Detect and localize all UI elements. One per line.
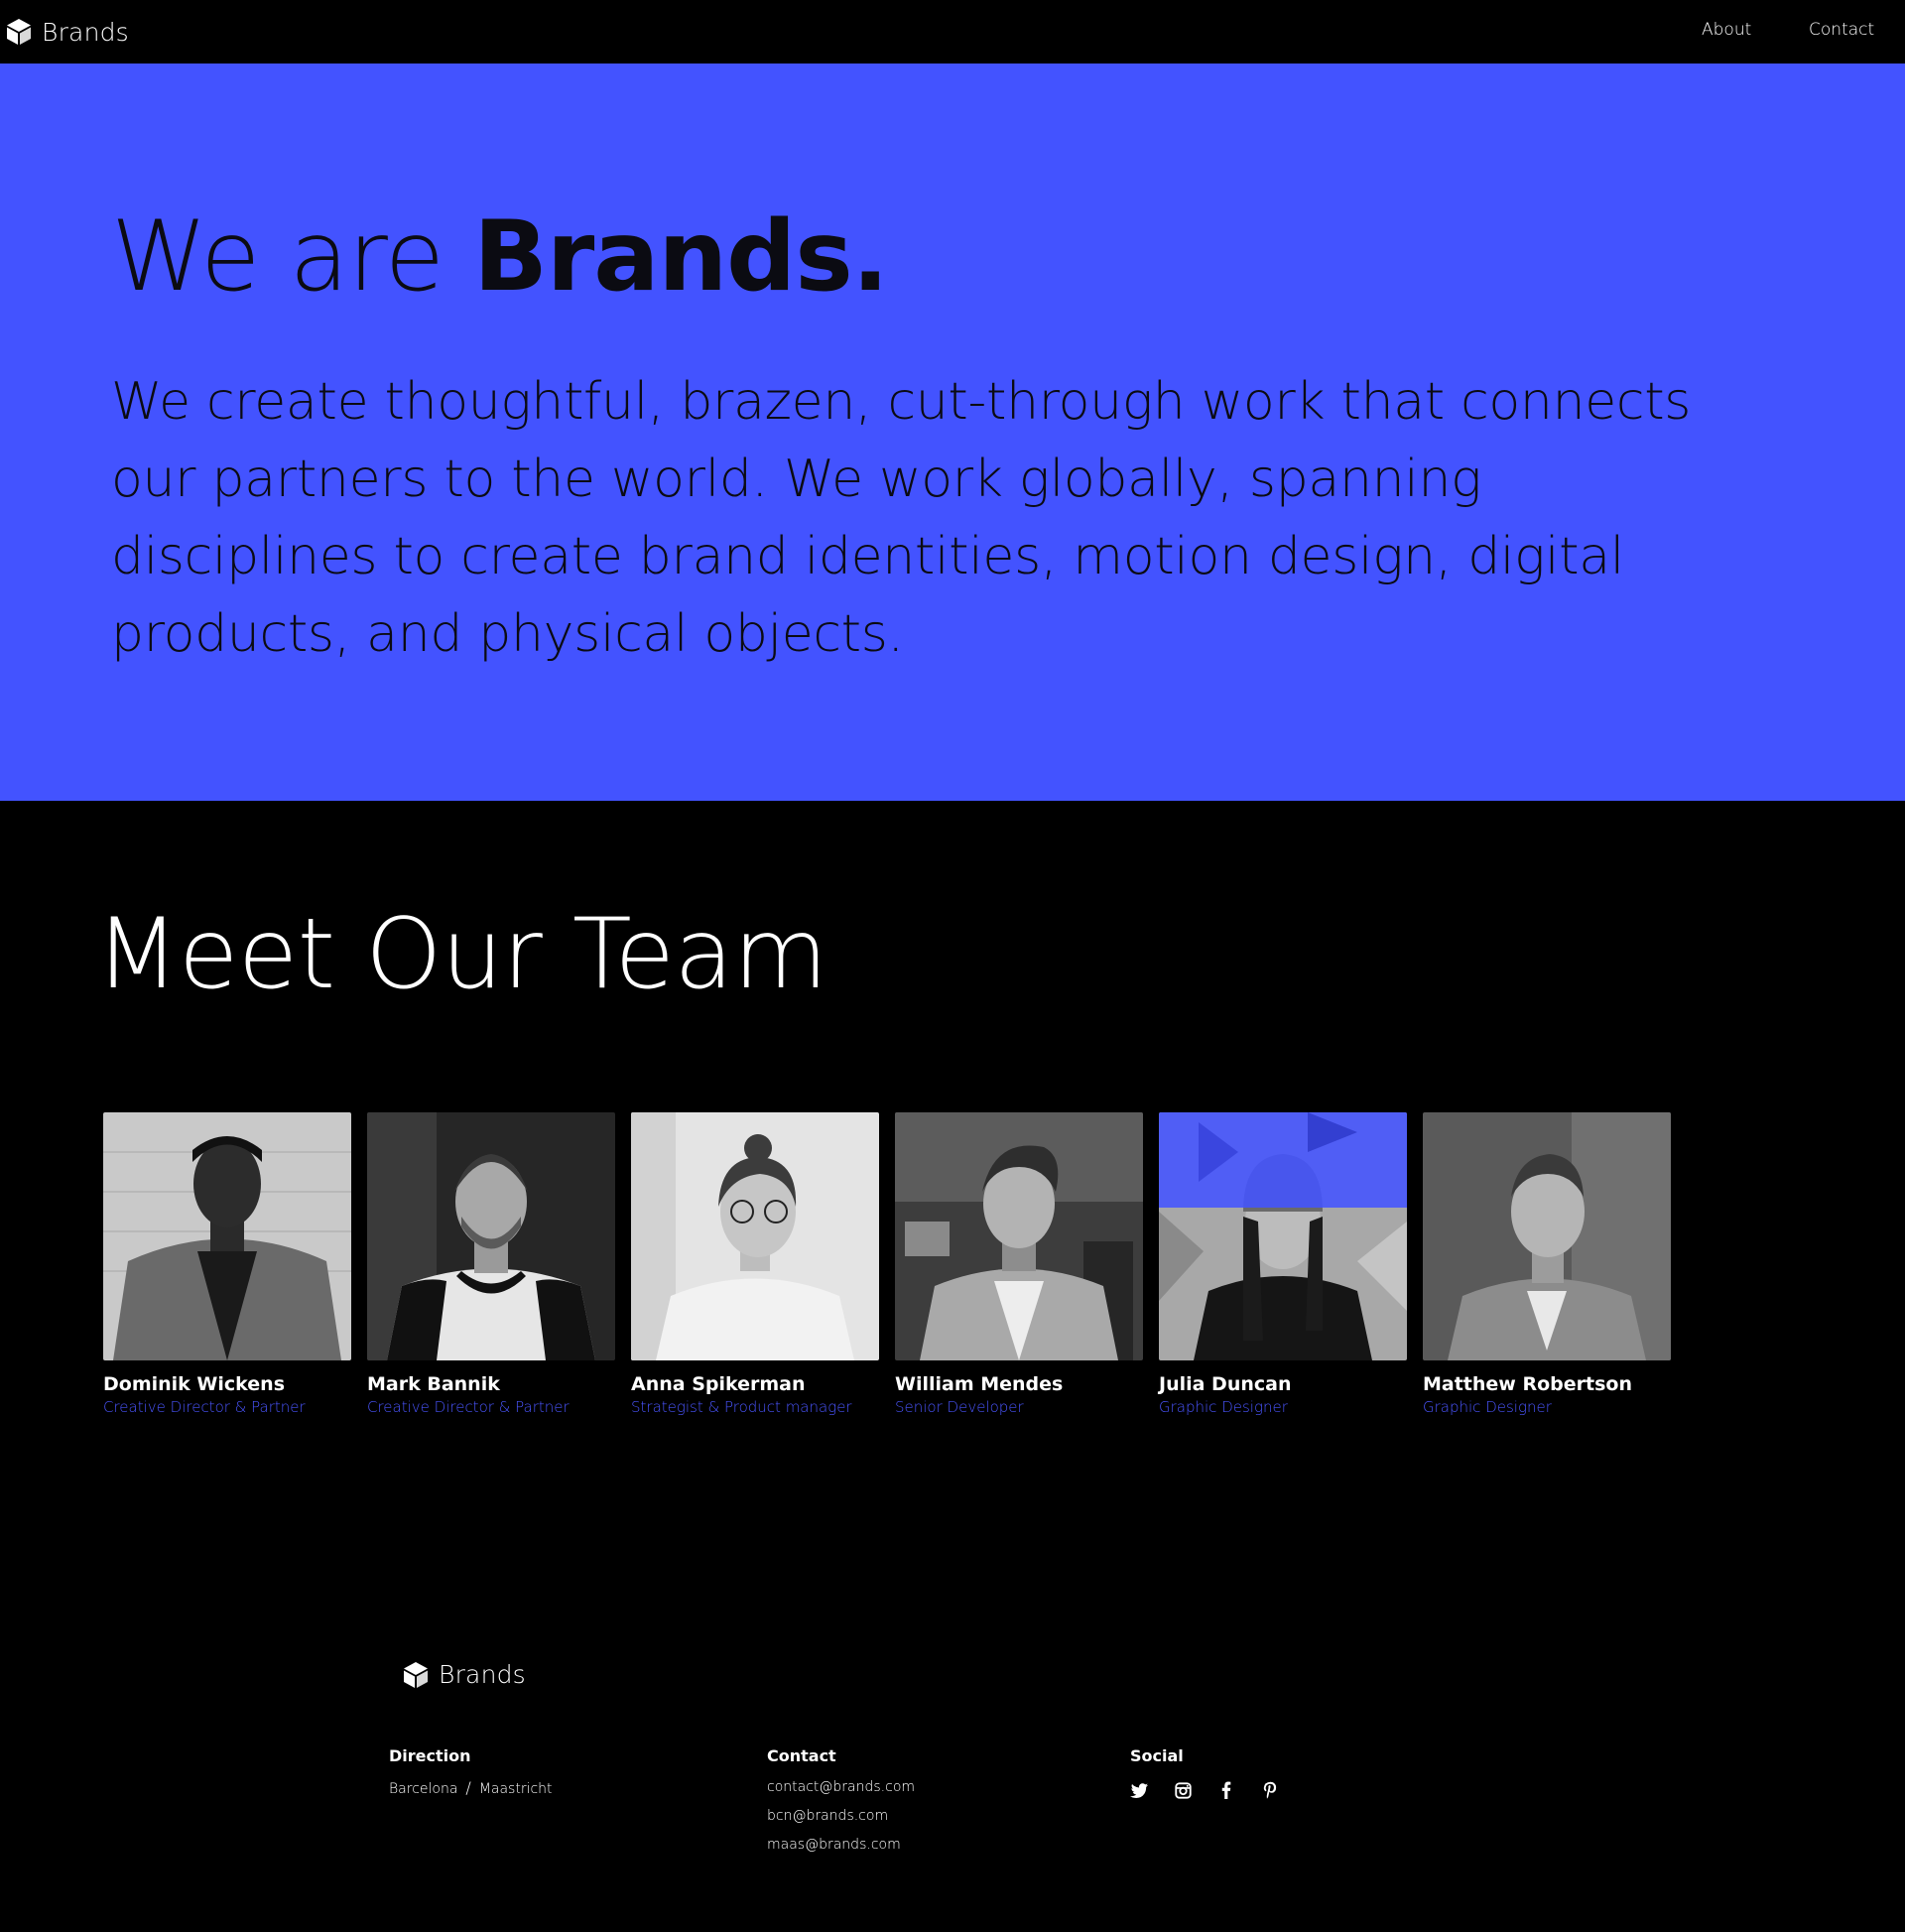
brand-name: Brands bbox=[42, 17, 129, 47]
city-separator: / bbox=[465, 1778, 471, 1797]
footer-brand-link[interactable]: Brands bbox=[403, 1660, 526, 1689]
team-member-card[interactable]: Anna Spikerman Strategist & Product mana… bbox=[631, 1112, 879, 1416]
hero-title-bold: Brands. bbox=[473, 200, 889, 314]
team-member-name: Mark Bannik bbox=[367, 1373, 500, 1395]
team-member-role: Senior Developer bbox=[895, 1398, 1024, 1416]
city-maastricht: Maastricht bbox=[478, 1781, 553, 1797]
team-member-photo bbox=[631, 1112, 879, 1360]
city-barcelona: Barcelona bbox=[389, 1781, 458, 1797]
footer-contact-heading: Contact bbox=[767, 1746, 836, 1765]
footer-social-heading: Social bbox=[1130, 1746, 1184, 1765]
team-member-name: Anna Spikerman bbox=[631, 1373, 806, 1395]
instagram-icon[interactable] bbox=[1174, 1781, 1192, 1799]
team-member-photo bbox=[1423, 1112, 1671, 1360]
team-member-photo bbox=[895, 1112, 1143, 1360]
hero-title: We are Brands. bbox=[111, 200, 889, 314]
pinterest-icon[interactable] bbox=[1261, 1781, 1279, 1799]
hero-description: We create thoughtful, brazen, cut-throug… bbox=[111, 372, 1692, 664]
team-member-card[interactable]: Dominik Wickens Creative Director & Part… bbox=[103, 1112, 351, 1416]
footer-cities: Barcelona / Maastricht bbox=[389, 1773, 553, 1804]
team-member-photo bbox=[367, 1112, 615, 1360]
footer-social: Social bbox=[1130, 1746, 1279, 1799]
team-member-role: Strategist & Product manager bbox=[631, 1398, 852, 1416]
team-member-name: Matthew Robertson bbox=[1423, 1373, 1632, 1395]
team-member-role: Graphic Designer bbox=[1423, 1398, 1552, 1416]
footer-contact: Contact contact@brands.com bcn@brands.co… bbox=[767, 1746, 915, 1860]
team-member-role: Graphic Designer bbox=[1159, 1398, 1288, 1416]
top-nav: Brands About Contact bbox=[0, 0, 1905, 64]
footer-direction: Direction Barcelona / Maastricht bbox=[389, 1746, 553, 1804]
cube-logo-icon bbox=[7, 19, 31, 45]
team-title: Meet Our Team bbox=[95, 898, 827, 1011]
brand-logo-link[interactable]: Brands bbox=[6, 14, 129, 50]
email-link-maas[interactable]: maas@brands.com bbox=[767, 1831, 915, 1860]
hero-section: We are Brands. We create thoughtful, bra… bbox=[0, 64, 1905, 801]
footer-brand-name: Brands bbox=[439, 1660, 526, 1689]
footer-direction-heading: Direction bbox=[389, 1746, 471, 1765]
nav-link-about[interactable]: About bbox=[1702, 20, 1751, 40]
facebook-icon[interactable] bbox=[1217, 1781, 1235, 1799]
email-link-bcn[interactable]: bcn@brands.com bbox=[767, 1802, 915, 1831]
email-link-contact[interactable]: contact@brands.com bbox=[767, 1773, 915, 1802]
team-member-photo bbox=[1159, 1112, 1407, 1360]
nav-link-contact[interactable]: Contact bbox=[1809, 20, 1874, 40]
team-member-card[interactable]: William Mendes Senior Developer bbox=[895, 1112, 1143, 1416]
cube-logo-icon bbox=[404, 1661, 428, 1688]
team-member-role: Creative Director & Partner bbox=[367, 1398, 570, 1416]
team-member-name: William Mendes bbox=[895, 1373, 1064, 1395]
team-member-card[interactable]: Mark Bannik Creative Director & Partner bbox=[367, 1112, 615, 1416]
team-member-name: Julia Duncan bbox=[1159, 1373, 1292, 1395]
hero-title-light: We are bbox=[111, 200, 474, 314]
team-member-photo bbox=[103, 1112, 351, 1360]
twitter-icon[interactable] bbox=[1130, 1781, 1148, 1799]
team-member-card[interactable]: Matthew Robertson Graphic Designer bbox=[1423, 1112, 1671, 1416]
team-member-card[interactable]: Julia Duncan Graphic Designer bbox=[1159, 1112, 1407, 1416]
team-member-name: Dominik Wickens bbox=[103, 1373, 286, 1395]
team-member-role: Creative Director & Partner bbox=[103, 1398, 306, 1416]
